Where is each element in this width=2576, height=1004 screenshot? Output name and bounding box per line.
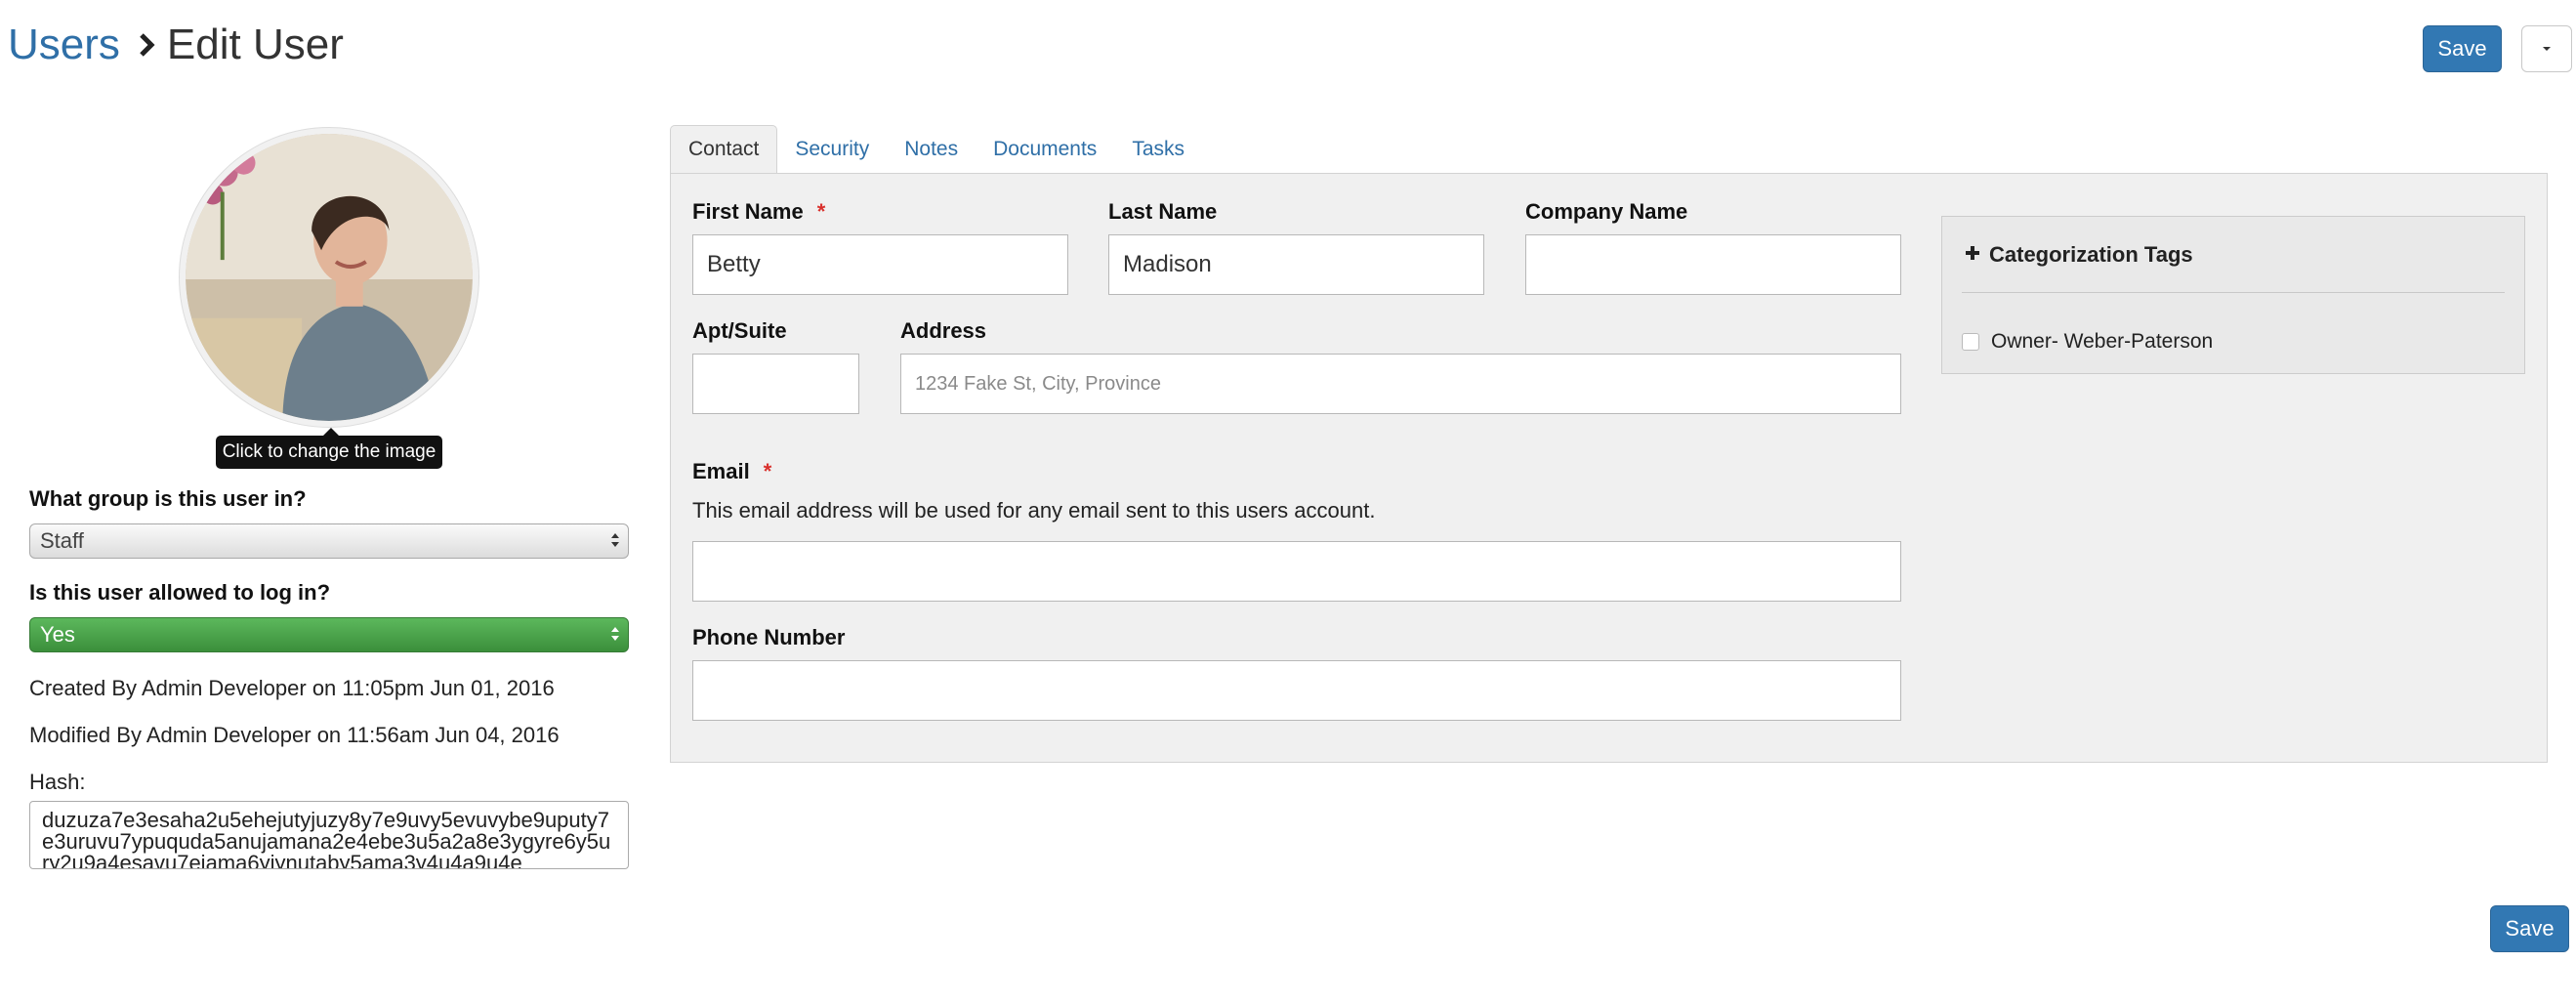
login-select-value: Yes [40,622,75,647]
apt-suite-field[interactable] [692,354,859,414]
login-label: Is this user allowed to log in? [29,580,331,605]
more-actions-button[interactable] [2521,25,2572,72]
tab-notes[interactable]: Notes [887,125,976,174]
save-button[interactable]: Save [2423,25,2502,72]
tab-bar: Contact Security Notes Documents Tasks [670,125,1202,174]
caret-down-icon [2541,40,2553,58]
tab-documents[interactable]: Documents [976,125,1114,174]
group-label: What group is this user in? [29,486,307,511]
login-allowed-select[interactable]: Yes [29,617,629,652]
hash-label: Hash: [29,770,86,794]
chevron-right-icon [138,32,157,58]
group-select-value: Staff [40,528,84,553]
categorization-tags-toggle[interactable]: Categorization Tags [1964,242,2193,268]
required-marker: * [763,459,772,483]
email-label: Email * [692,459,772,483]
group-select[interactable]: Staff [29,523,629,559]
save-button-bottom[interactable]: Save [2490,905,2569,952]
tab-security[interactable]: Security [777,125,887,174]
tab-tasks[interactable]: Tasks [1114,125,1202,174]
page-title: Edit User [166,21,344,68]
first-name-field[interactable]: Betty [692,234,1068,295]
company-name-label: Company Name [1525,199,1688,224]
avatar[interactable] [179,127,479,428]
select-arrows-icon [610,530,620,550]
tag-item: Owner- Weber-Paterson [1962,330,2213,354]
breadcrumb-users-link[interactable]: Users [8,18,120,72]
categorization-tags-title: Categorization Tags [1989,242,2193,267]
divider [1962,292,2505,293]
select-arrows-icon [610,624,620,644]
phone-field[interactable] [692,660,1901,721]
hash-textarea[interactable]: duzuza7e3esaha2u5ehejutyjuzy8y7e9uvy5evu… [29,801,629,869]
address-label: Address [900,318,987,343]
apt-suite-label: Apt/Suite [692,318,787,343]
modified-info: Modified By Admin Developer on 11:56am J… [29,723,560,747]
company-name-field[interactable] [1525,234,1901,295]
change-image-tooltip: Click to change the image [216,428,442,469]
tag-checkbox[interactable] [1962,333,1979,351]
tag-label: Owner- Weber-Paterson [1991,330,2214,353]
user-photo [186,134,473,421]
address-field[interactable]: 1234 Fake St, City, Province [900,354,1901,414]
email-help-text: This email address will be used for any … [692,498,1376,523]
plus-icon [1964,242,1981,268]
breadcrumb: Users Edit User [8,18,344,72]
last-name-field[interactable]: Madison [1108,234,1484,295]
last-name-label: Last Name [1108,199,1218,224]
categorization-tags-box: Categorization Tags Owner- Weber-Paterso… [1941,216,2525,374]
required-marker: * [816,199,826,224]
tab-contact[interactable]: Contact [670,125,778,174]
created-info: Created By Admin Developer on 11:05pm Ju… [29,676,555,700]
email-field[interactable] [692,541,1901,602]
phone-label: Phone Number [692,625,846,649]
first-name-label: First Name * [692,199,826,224]
